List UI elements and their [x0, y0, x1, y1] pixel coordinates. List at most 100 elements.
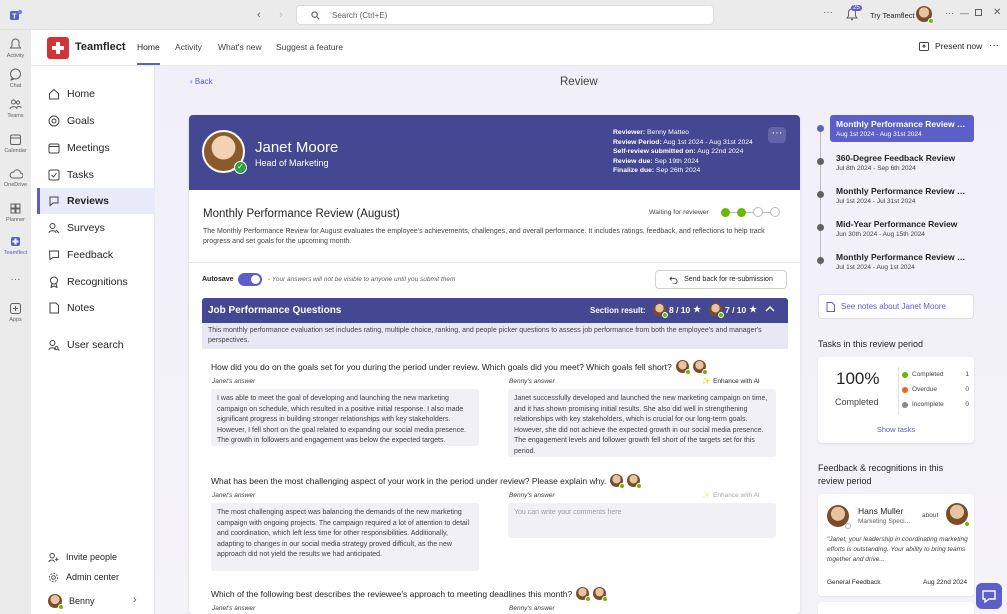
reviewer-answer-field[interactable]: Janet successfully developed and launche…: [508, 389, 776, 457]
feedback-card[interactable]: Hans Muller Marketing Speci... about "Ja…: [818, 494, 974, 596]
tab-whats-new[interactable]: What's new: [218, 42, 262, 52]
tasks-percent-label: Completed: [835, 397, 879, 407]
reviewer-comment-input[interactable]: You can write your comments here: [508, 503, 776, 538]
timeline-item[interactable]: Monthly Performance Review (Jul... Jul 1…: [830, 182, 974, 209]
invite-people-link[interactable]: Invite people: [37, 547, 117, 567]
sidebar-item-tasks[interactable]: Tasks: [37, 162, 155, 188]
sidebar-item-home[interactable]: Home: [37, 81, 155, 107]
sidebar-item-user-search[interactable]: User search: [37, 332, 155, 358]
feedback-card[interactable]: [818, 602, 974, 614]
maximize-icon[interactable]: [975, 9, 982, 16]
more-options-icon[interactable]: ···: [823, 7, 833, 18]
question-text: What has been the most challenging aspec…: [211, 475, 607, 486]
rail-label: Chat: [9, 83, 22, 89]
close-icon[interactable]: ✕: [993, 7, 1001, 18]
feedback-icon: [48, 250, 59, 261]
rail-chat[interactable]: Chat: [0, 68, 31, 89]
send-back-button[interactable]: Send back for re-submission: [655, 270, 787, 289]
chat-bubble-button[interactable]: [976, 583, 1002, 609]
forward-nav-icon[interactable]: ›: [279, 9, 283, 21]
present-icon: [919, 41, 929, 51]
header-more-icon[interactable]: ···: [989, 40, 999, 51]
back-nav-icon[interactable]: ‹: [257, 9, 261, 21]
tab-activity[interactable]: Activity: [175, 42, 202, 52]
tab-home[interactable]: Home: [137, 42, 160, 52]
review-card: ✓ Janet Moore Head of Marketing Reviewer…: [189, 115, 800, 614]
timeline-item[interactable]: Mid-Year Performance Review Jun 30th 202…: [830, 215, 974, 242]
present-now-button[interactable]: Present now: [919, 41, 982, 51]
timeline-item[interactable]: Monthly Performance Review (Ju... Jul 1s…: [830, 248, 974, 275]
sparkle-icon: ✨: [702, 492, 711, 499]
avatar: [610, 474, 626, 489]
meta-self-review: Self-review submitted on: Aug 22nd 2024: [613, 148, 744, 156]
tab-suggest-feature[interactable]: Suggest a feature: [276, 42, 343, 52]
section-header[interactable]: Job Performance Questions Section result…: [202, 298, 788, 323]
user-menu-chevron-icon[interactable]: ›: [133, 594, 137, 606]
timeline-dates: Jul 1st 2024 - Aug 1st 2024: [836, 264, 915, 271]
admin-label: Admin center: [66, 572, 120, 582]
rail-calendar[interactable]: Calendar: [0, 133, 31, 154]
enhance-ai-button[interactable]: ✨ Enhance with AI: [702, 491, 760, 500]
timeline-title: 360-Degree Feedback Review: [836, 153, 956, 163]
window-more-icon[interactable]: ···: [945, 8, 954, 18]
sidebar-item-label: Reviews: [67, 195, 110, 207]
tasks-card: 100% Completed Completed 1 Overdue 0 Incom…: [818, 357, 974, 443]
rail-planner[interactable]: Planner: [0, 202, 31, 223]
minimize-icon[interactable]: —: [960, 8, 969, 18]
rail-apps[interactable]: Apps: [0, 302, 31, 323]
sidebar-item-reviews[interactable]: Reviews: [37, 188, 155, 214]
profile-label[interactable]: Try Teamflect: [870, 11, 915, 20]
enhance-label: Enhance with AI: [713, 377, 760, 385]
reviewer-answer-label: Benny's answer: [509, 492, 555, 499]
rail-activity[interactable]: Activity: [0, 38, 31, 59]
see-notes-button[interactable]: See notes about Janet Moore: [818, 294, 974, 319]
search-placeholder: Search (Ctrl+E): [332, 10, 388, 20]
review-description: The Monthly Performance Review for Augus…: [203, 228, 765, 245]
admin-center-link[interactable]: Admin center: [37, 567, 119, 587]
avatar: [653, 303, 668, 318]
sidebar-item-goals[interactable]: Goals: [37, 108, 155, 134]
gear-icon: [48, 572, 59, 582]
enhance-ai-button[interactable]: ✨ Enhance with AI: [702, 377, 760, 386]
teams-logo-icon[interactable]: T: [9, 8, 23, 22]
sidebar-item-feedback[interactable]: Feedback: [37, 242, 155, 268]
sidebar-item-notes[interactable]: Notes: [37, 295, 155, 321]
back-link[interactable]: ‹ Back: [190, 77, 213, 86]
sidebar-item-recognitions[interactable]: Recognitions: [37, 269, 155, 295]
tab-home-underline: [137, 63, 160, 65]
chevron-up-icon[interactable]: [764, 303, 776, 315]
user-profile[interactable]: Benny: [37, 591, 95, 611]
timeline-item[interactable]: 360-Degree Feedback Review Jul 8th 2024 …: [830, 149, 974, 176]
rail-teams[interactable]: Teams: [0, 98, 31, 119]
status-label: Waiting for reviewer: [649, 209, 709, 216]
timeline-item[interactable]: Monthly Performance Review (A... Aug 1st…: [830, 115, 974, 142]
sidebar-item-label: Feedback: [67, 249, 114, 261]
autosave-toggle[interactable]: [238, 273, 262, 286]
profile-avatar[interactable]: [916, 6, 934, 24]
rail-onedrive[interactable]: OneDrive: [0, 168, 31, 188]
sidebar-item-surveys[interactable]: Surveys: [37, 215, 155, 241]
employee-banner: ✓ Janet Moore Head of Marketing Reviewer…: [189, 115, 800, 190]
meta-reviewer: Reviewer: Benny Matteo: [613, 129, 689, 136]
back-label: Back: [194, 77, 213, 86]
more-actions-button[interactable]: ···: [768, 127, 786, 143]
rail-teamflect[interactable]: Teamflect: [0, 235, 31, 256]
rail-more[interactable]: ···: [0, 274, 31, 285]
feedback-type: General Feedback: [827, 579, 881, 586]
timeline-dot: [817, 158, 824, 165]
sidebar-item-meetings[interactable]: Meetings: [37, 135, 155, 161]
notes-icon: [826, 301, 835, 312]
timeline-dot: [817, 224, 824, 231]
review-title: Monthly Performance Review (August): [203, 208, 400, 220]
avatar: [48, 594, 64, 610]
see-notes-label: See notes about Janet Moore: [841, 302, 946, 311]
timeline-dot: [817, 125, 824, 132]
search-input[interactable]: Search (Ctrl+E): [296, 5, 714, 25]
sparkle-icon: ✨: [702, 378, 711, 385]
rail-label: Apps: [9, 317, 22, 323]
show-tasks-link[interactable]: Show tasks: [818, 425, 974, 434]
enhance-label: Enhance with AI: [713, 491, 760, 499]
add-apps-icon: [10, 303, 21, 314]
section-description: This monthly performance evaluation set …: [202, 323, 788, 349]
star-icon: ★: [693, 304, 701, 314]
